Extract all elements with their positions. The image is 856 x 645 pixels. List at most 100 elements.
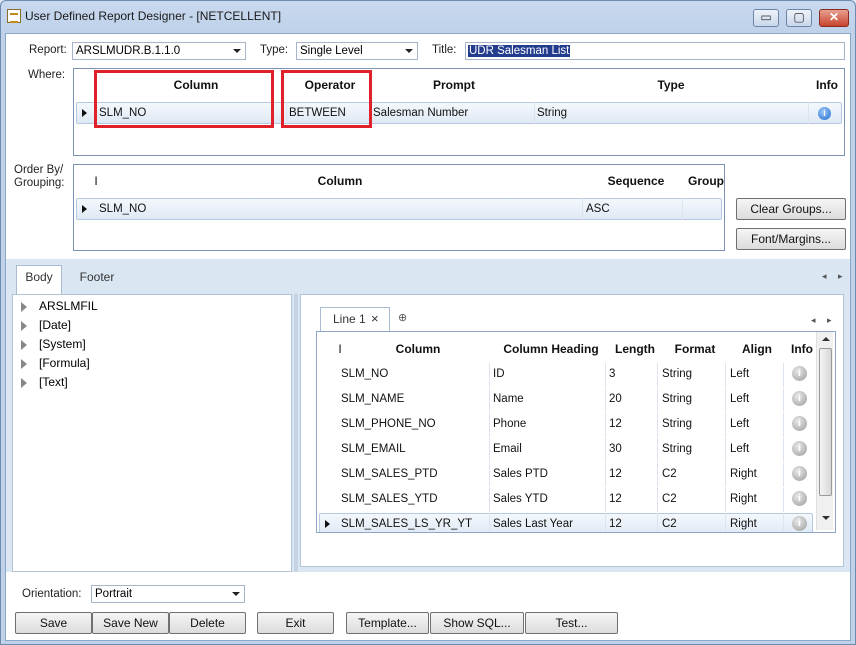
line-cell-align[interactable]: Left	[730, 443, 749, 455]
line-cell-align[interactable]: Left	[730, 393, 749, 405]
line-cell-length[interactable]: 12	[609, 493, 622, 505]
line-cell-heading[interactable]: Name	[493, 393, 524, 405]
close-tab-icon[interactable]: ×	[371, 308, 379, 330]
orderby-row[interactable]	[76, 198, 722, 220]
line-cell-heading[interactable]: Sales YTD	[493, 493, 548, 505]
line-cell-column[interactable]: SLM_SALES_PTD	[341, 468, 438, 480]
expand-arrow-icon[interactable]	[21, 302, 27, 312]
title-input[interactable]: UDR Salesman List	[465, 42, 845, 60]
splitter-handle[interactable]	[294, 294, 298, 572]
report-dropdown[interactable]: ARSLMUDR.B.1.1.0	[72, 42, 246, 60]
line-cell-column[interactable]: SLM_SALES_LS_YR_YT	[341, 518, 472, 530]
line-cell-length[interactable]: 12	[609, 468, 622, 480]
orientation-dropdown[interactable]: Portrait	[91, 585, 245, 603]
tree-item-formula[interactable]: [Formula]	[39, 356, 90, 370]
line-cell-length[interactable]: 12	[609, 518, 622, 530]
tab-line-1[interactable]: Line 1 ×	[320, 307, 390, 331]
line-cell-length[interactable]: 20	[609, 393, 622, 405]
tree-item-arslmfil[interactable]: ARSLMFIL	[39, 299, 98, 313]
scroll-up-icon[interactable]	[822, 337, 830, 341]
expand-arrow-icon[interactable]	[21, 321, 27, 331]
info-icon[interactable]: i	[792, 441, 807, 456]
orderby-cell-column[interactable]: SLM_NO	[99, 203, 146, 215]
tree-item-system[interactable]: [System]	[39, 337, 86, 351]
vertical-scrollbar[interactable]	[816, 332, 833, 530]
scroll-thumb[interactable]	[819, 348, 832, 496]
line-cell-format[interactable]: String	[662, 443, 692, 455]
show-sql-button[interactable]: Show SQL...	[430, 612, 524, 634]
line-cell-heading[interactable]: Sales Last Year	[493, 518, 573, 530]
line-cell-align[interactable]: Left	[730, 418, 749, 430]
line-cell-column[interactable]: SLM_PHONE_NO	[341, 418, 436, 430]
line-cell-format[interactable]: C2	[662, 518, 677, 530]
tab-body[interactable]: Body	[16, 265, 62, 294]
line-scroll-right-icon[interactable]: ▸	[827, 315, 832, 326]
orderby-cell-sequence[interactable]: ASC	[586, 203, 610, 215]
line-cell-align[interactable]: Right	[730, 518, 757, 530]
line-cell-format[interactable]: String	[662, 418, 692, 430]
line-cell-column[interactable]: SLM_NAME	[341, 393, 404, 405]
where-col-type[interactable]: Type	[536, 78, 806, 92]
expand-arrow-icon[interactable]	[21, 378, 27, 388]
line-cell-column[interactable]: SLM_SALES_YTD	[341, 493, 438, 505]
info-icon[interactable]: i	[792, 391, 807, 406]
scroll-down-icon[interactable]	[822, 516, 830, 520]
font-margins-button[interactable]: Font/Margins...	[736, 228, 846, 250]
tree-item-text[interactable]: [Text]	[39, 375, 68, 389]
line-cell-column[interactable]: SLM_EMAIL	[341, 443, 406, 455]
line-cell-format[interactable]: C2	[662, 468, 677, 480]
line-cell-length[interactable]: 30	[609, 443, 622, 455]
where-col-prompt[interactable]: Prompt	[374, 78, 534, 92]
line-cell-heading[interactable]: ID	[493, 368, 505, 380]
line-cell-length[interactable]: 3	[609, 368, 615, 380]
save-new-button[interactable]: Save New	[92, 612, 169, 634]
info-icon[interactable]: i	[792, 516, 807, 531]
where-col-info[interactable]: Info	[812, 78, 842, 92]
line-cell-heading[interactable]: Email	[493, 443, 522, 455]
save-button[interactable]: Save	[15, 612, 92, 634]
line-col-heading[interactable]: Column Heading	[495, 342, 607, 356]
delete-button[interactable]: Delete	[169, 612, 246, 634]
line-cell-heading[interactable]: Phone	[493, 418, 526, 430]
line-cell-align[interactable]: Right	[730, 468, 757, 480]
expand-arrow-icon[interactable]	[21, 359, 27, 369]
where-cell-type[interactable]: String	[537, 107, 567, 119]
clear-groups-button[interactable]: Clear Groups...	[736, 198, 846, 220]
close-button[interactable]: ✕	[819, 9, 849, 27]
line-col-column[interactable]: Column	[343, 342, 493, 356]
line-cell-align[interactable]: Left	[730, 368, 749, 380]
info-icon[interactable]: i	[792, 466, 807, 481]
type-dropdown[interactable]: Single Level	[296, 42, 418, 60]
line-cell-column[interactable]: SLM_NO	[341, 368, 388, 380]
line-cell-heading[interactable]: Sales PTD	[493, 468, 548, 480]
add-line-icon[interactable]: ⊕	[398, 311, 407, 324]
info-icon[interactable]: i	[818, 107, 831, 120]
tab-scroll-right-icon[interactable]: ▸	[838, 271, 843, 282]
exit-button[interactable]: Exit	[257, 612, 334, 634]
where-cell-prompt[interactable]: Salesman Number	[373, 107, 468, 119]
line-col-align[interactable]: Align	[727, 342, 787, 356]
line-cell-align[interactable]: Right	[730, 493, 757, 505]
template-button[interactable]: Template...	[346, 612, 429, 634]
info-icon[interactable]: i	[792, 366, 807, 381]
line-col-info[interactable]: Info	[787, 342, 817, 356]
tab-footer[interactable]: Footer	[72, 266, 122, 290]
line-col-format[interactable]: Format	[663, 342, 727, 356]
tree-item-date[interactable]: [Date]	[39, 318, 71, 332]
orderby-col-sequence[interactable]: Sequence	[586, 174, 686, 188]
line-cell-format[interactable]: C2	[662, 493, 677, 505]
test-button[interactable]: Test...	[525, 612, 618, 634]
info-icon[interactable]: i	[792, 491, 807, 506]
minimize-button[interactable]: ▭	[753, 9, 779, 27]
line-cell-format[interactable]: String	[662, 368, 692, 380]
orderby-col-group[interactable]: Group	[684, 174, 728, 188]
line-cell-format[interactable]: String	[662, 393, 692, 405]
expand-arrow-icon[interactable]	[21, 340, 27, 350]
orderby-col-column[interactable]: Column	[98, 174, 582, 188]
info-icon[interactable]: i	[792, 416, 807, 431]
line-scroll-left-icon[interactable]: ◂	[811, 315, 816, 326]
line-col-length[interactable]: Length	[607, 342, 663, 356]
tab-scroll-left-icon[interactable]: ◂	[822, 271, 827, 282]
maximize-button[interactable]: ▢	[786, 9, 812, 27]
line-cell-length[interactable]: 12	[609, 418, 622, 430]
